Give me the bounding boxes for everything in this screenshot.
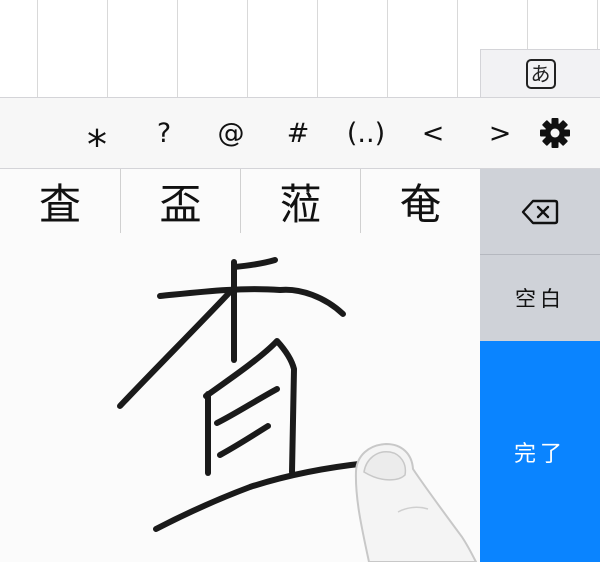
ellipsis-key[interactable]: (..) — [336, 98, 396, 168]
greater-than-key[interactable]: > — [475, 98, 525, 168]
backspace-icon — [521, 199, 559, 224]
at-key[interactable]: @ — [206, 98, 256, 168]
hiragana-a-icon: あ — [525, 58, 556, 89]
backspace-button[interactable] — [480, 169, 600, 255]
gear-icon — [540, 118, 570, 148]
settings-button[interactable] — [530, 98, 580, 168]
question-key[interactable]: ? — [139, 98, 189, 168]
input-mode-toggle[interactable]: あ — [480, 49, 600, 97]
asterisk-key[interactable]: ⁎ — [72, 98, 122, 168]
handwriting-pad[interactable]: 査 盃 蒞 奄 — [0, 169, 480, 562]
symbol-toolbar: ⁎ ? @ # (..) < > — [0, 97, 600, 169]
done-button[interactable]: 完了 — [480, 341, 600, 562]
space-button[interactable]: 空白 — [480, 255, 600, 341]
finger-icon — [354, 442, 478, 562]
less-than-key[interactable]: < — [408, 98, 458, 168]
hash-key[interactable]: # — [273, 98, 323, 168]
